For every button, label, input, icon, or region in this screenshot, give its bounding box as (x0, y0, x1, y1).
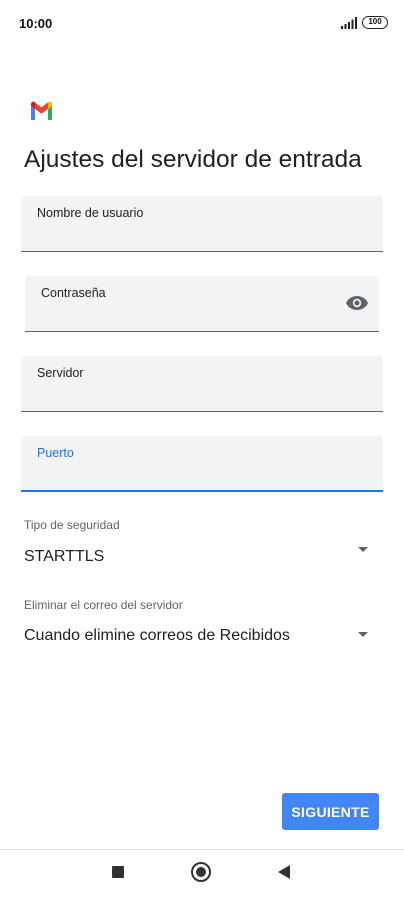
security-type-value: STARTTLS (24, 548, 105, 565)
security-type-dropdown[interactable]: STARTTLS (0, 540, 404, 574)
gmail-logo-icon (31, 101, 52, 120)
delete-mail-label: Eliminar el correo del servidor (24, 598, 183, 612)
username-label: Nombre de usuario (37, 206, 144, 220)
status-time: 10:00 (19, 16, 53, 31)
password-label: Contraseña (41, 286, 106, 300)
page-title: Ajustes del servidor de entrada (24, 146, 362, 173)
dropdown-arrow-icon (358, 632, 368, 637)
port-label: Puerto (37, 446, 74, 460)
battery-level: 100 (368, 17, 382, 26)
server-input[interactable] (37, 385, 367, 405)
username-field[interactable]: Nombre de usuario (21, 196, 383, 252)
port-input[interactable] (37, 464, 367, 484)
square-icon[interactable] (112, 866, 124, 878)
delete-mail-dropdown[interactable]: Cuando elimine correos de Recibidos (0, 620, 404, 654)
username-input[interactable] (37, 225, 367, 245)
server-field[interactable]: Servidor (21, 356, 383, 412)
signal-bars-icon (341, 17, 357, 29)
eye-icon[interactable] (345, 294, 369, 312)
server-label: Servidor (37, 366, 84, 380)
back-triangle-icon[interactable] (278, 865, 290, 879)
password-input[interactable] (41, 305, 335, 325)
password-field[interactable]: Contraseña (25, 276, 379, 332)
status-bar: 10:00 100 (0, 0, 404, 46)
next-button[interactable]: SIGUIENTE (282, 793, 379, 830)
circle-icon[interactable] (191, 862, 211, 882)
security-type-label: Tipo de seguridad (24, 518, 120, 532)
port-field[interactable]: Puerto (21, 436, 383, 492)
battery-icon: 100 (362, 16, 388, 29)
dropdown-arrow-icon (358, 547, 368, 552)
delete-mail-value: Cuando elimine correos de Recibidos (24, 627, 290, 644)
nav-divider (0, 849, 404, 850)
